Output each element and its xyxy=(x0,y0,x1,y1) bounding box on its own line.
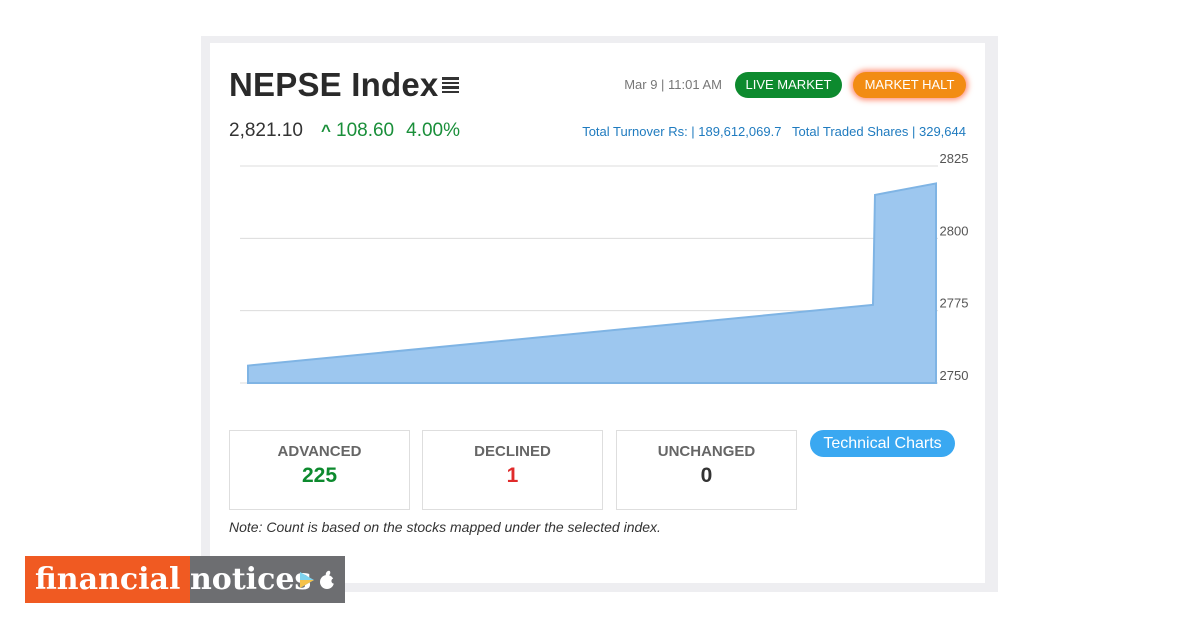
up-arrow-icon: ^ xyxy=(321,121,331,140)
declined-stat: DECLINED 1 xyxy=(422,430,603,510)
y-tick-label: 2825 xyxy=(940,151,968,166)
logo-right-block: notices xyxy=(190,556,345,603)
market-halt-badge[interactable]: MARKET HALT xyxy=(853,72,966,98)
declined-value: 1 xyxy=(506,464,519,487)
play-store-icon-accent xyxy=(300,580,314,588)
count-note: Note: Count is based on the stocks mappe… xyxy=(229,519,661,535)
unchanged-stat: UNCHANGED 0 xyxy=(616,430,797,510)
advanced-label: ADVANCED xyxy=(277,443,362,460)
change-percent: 4.00% xyxy=(406,120,460,141)
advanced-value: 225 xyxy=(301,464,338,487)
total-turnover: Total Turnover Rs: | 189,612,069.7 xyxy=(582,124,782,139)
apple-icon xyxy=(320,570,337,589)
change-points: 108.60 xyxy=(336,120,395,141)
chart-area-series xyxy=(247,182,937,384)
index-change: ^ 108.60 4.00% xyxy=(321,120,460,142)
financialnotices-logo: financial notices xyxy=(25,556,345,603)
y-tick-label: 2775 xyxy=(940,296,968,311)
logo-text-notices: notices xyxy=(190,562,312,597)
menu-icon[interactable] xyxy=(441,74,461,94)
index-area-chart: 2825 2800 2775 2750 xyxy=(240,151,968,384)
unchanged-label: UNCHANGED xyxy=(657,443,756,460)
turnover-info: Total Turnover Rs: | 189,612,069.7 Total… xyxy=(560,124,966,139)
declined-label: DECLINED xyxy=(474,443,551,460)
y-tick-label: 2800 xyxy=(940,223,968,238)
advanced-stat: ADVANCED 225 xyxy=(229,430,410,510)
unchanged-value: 0 xyxy=(700,464,713,487)
chart-y-axis: 2825 2800 2775 2750 xyxy=(940,151,968,383)
live-market-badge[interactable]: LIVE MARKET xyxy=(735,72,842,98)
logo-icons xyxy=(300,570,337,589)
total-traded-shares: Total Traded Shares | 329,644 xyxy=(792,124,966,139)
index-title: NEPSE Index xyxy=(229,66,439,103)
index-value: 2,821.10 xyxy=(229,120,303,141)
y-tick-label: 2750 xyxy=(940,368,968,383)
market-datetime: Mar 9 | 11:01 AM xyxy=(624,77,722,92)
logo-text-financial: financial xyxy=(25,556,190,603)
technical-charts-button[interactable]: Technical Charts xyxy=(810,430,955,457)
